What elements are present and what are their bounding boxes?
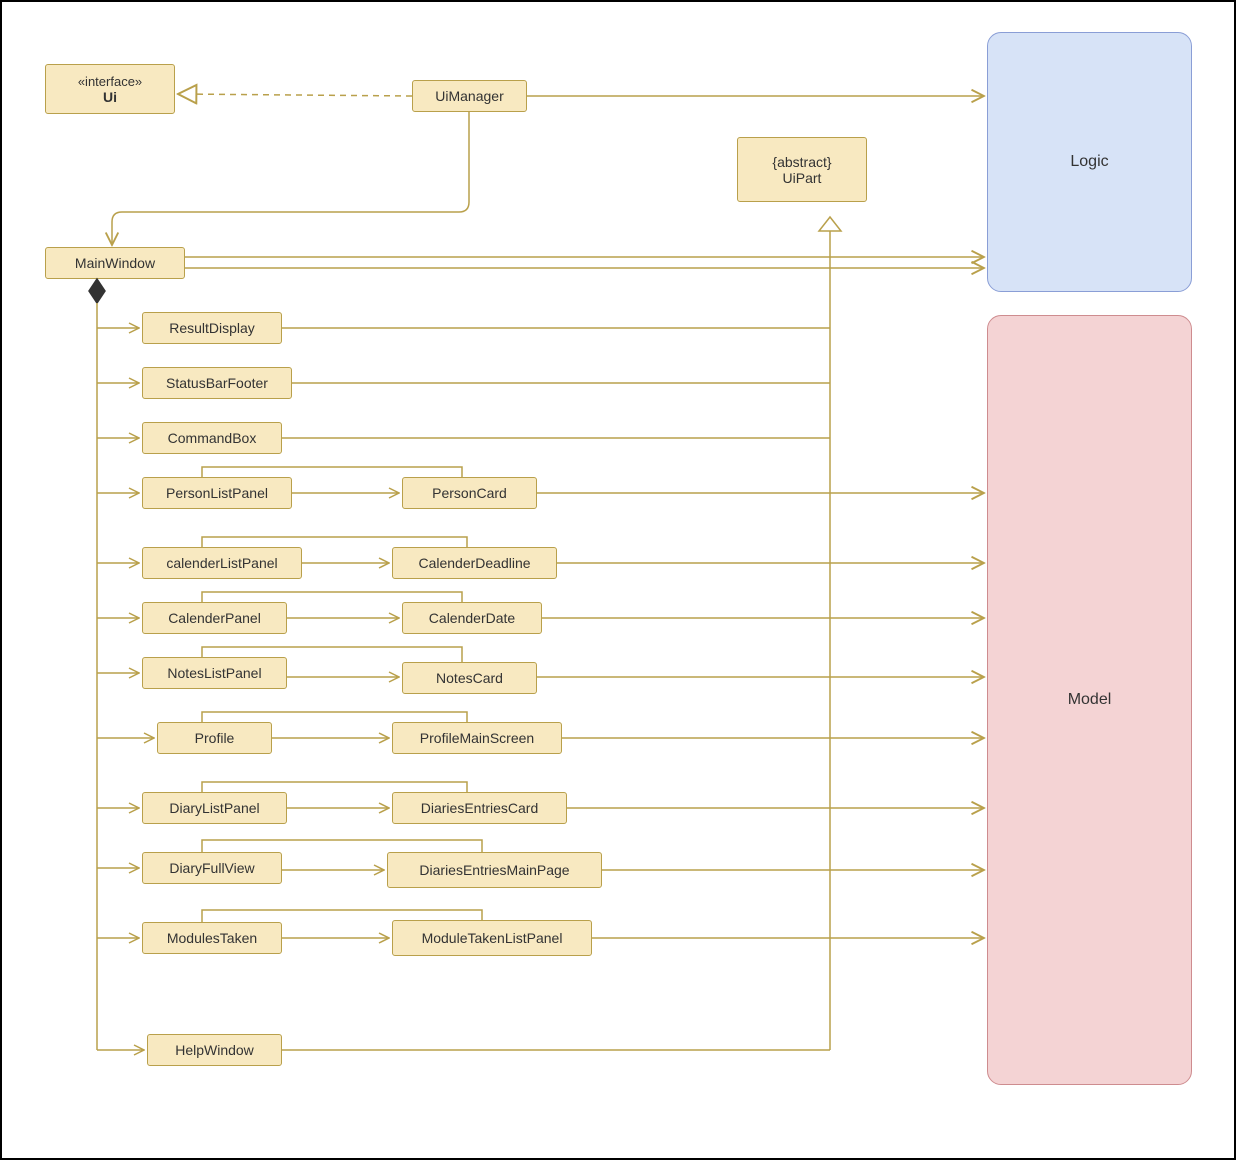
class-diariesentriescard: DiariesEntriesCard <box>392 792 567 824</box>
class-name: NotesCard <box>436 670 503 686</box>
class-name: ModuleTakenListPanel <box>422 930 563 946</box>
class-name: Profile <box>195 730 235 746</box>
class-model: Model <box>987 315 1192 1085</box>
class-helpwindow: HelpWindow <box>147 1034 282 1066</box>
class-name: calenderListPanel <box>166 555 277 571</box>
class-modulestaken: ModulesTaken <box>142 922 282 954</box>
class-name: HelpWindow <box>175 1042 254 1058</box>
class-name: DiariesEntriesCard <box>421 800 538 816</box>
class-name: ResultDisplay <box>169 320 255 336</box>
class-statusbarfooter: StatusBarFooter <box>142 367 292 399</box>
class-name: CommandBox <box>168 430 257 446</box>
class-diaryfullview: DiaryFullView <box>142 852 282 884</box>
class-ui-interface: «interface» Ui <box>45 64 175 114</box>
class-name: Ui <box>103 89 117 105</box>
class-name: UiPart <box>783 170 822 186</box>
class-name: PersonCard <box>432 485 507 501</box>
diagram-canvas: «interface» Ui UiManager {abstract} UiPa… <box>0 0 1236 1160</box>
class-name: NotesListPanel <box>167 665 261 681</box>
class-logic: Logic <box>987 32 1192 292</box>
class-name: MainWindow <box>75 255 155 271</box>
class-calenderdate: CalenderDate <box>402 602 542 634</box>
class-notescard: NotesCard <box>402 662 537 694</box>
class-personcard: PersonCard <box>402 477 537 509</box>
stereotype: «interface» <box>78 74 142 89</box>
class-personlistpanel: PersonListPanel <box>142 477 292 509</box>
class-name: Logic <box>1070 153 1108 171</box>
class-mainwindow: MainWindow <box>45 247 185 279</box>
class-uimanager: UiManager <box>412 80 527 112</box>
constraint: {abstract} <box>772 154 831 170</box>
class-name: DiaryFullView <box>169 860 254 876</box>
class-moduletakenlistpanel: ModuleTakenListPanel <box>392 920 592 956</box>
class-resultdisplay: ResultDisplay <box>142 312 282 344</box>
class-name: PersonListPanel <box>166 485 268 501</box>
class-noteslistpanel: NotesListPanel <box>142 657 287 689</box>
class-name: DiariesEntriesMainPage <box>419 862 569 878</box>
class-name: ModulesTaken <box>167 930 257 946</box>
class-calenderlistpanel: calenderListPanel <box>142 547 302 579</box>
class-calenderpanel: CalenderPanel <box>142 602 287 634</box>
class-commandbox: CommandBox <box>142 422 282 454</box>
class-name: CalenderDate <box>429 610 515 626</box>
class-name: CalenderPanel <box>168 610 261 626</box>
class-name: Model <box>1068 691 1112 709</box>
class-name: ProfileMainScreen <box>420 730 534 746</box>
class-diarylistpanel: DiaryListPanel <box>142 792 287 824</box>
class-profilemainscreen: ProfileMainScreen <box>392 722 562 754</box>
class-calenderdeadline: CalenderDeadline <box>392 547 557 579</box>
class-uipart: {abstract} UiPart <box>737 137 867 202</box>
class-name: UiManager <box>435 88 503 104</box>
class-name: CalenderDeadline <box>418 555 530 571</box>
class-name: StatusBarFooter <box>166 375 268 391</box>
class-profile: Profile <box>157 722 272 754</box>
class-diariesentriesmainpage: DiariesEntriesMainPage <box>387 852 602 888</box>
class-name: DiaryListPanel <box>169 800 259 816</box>
